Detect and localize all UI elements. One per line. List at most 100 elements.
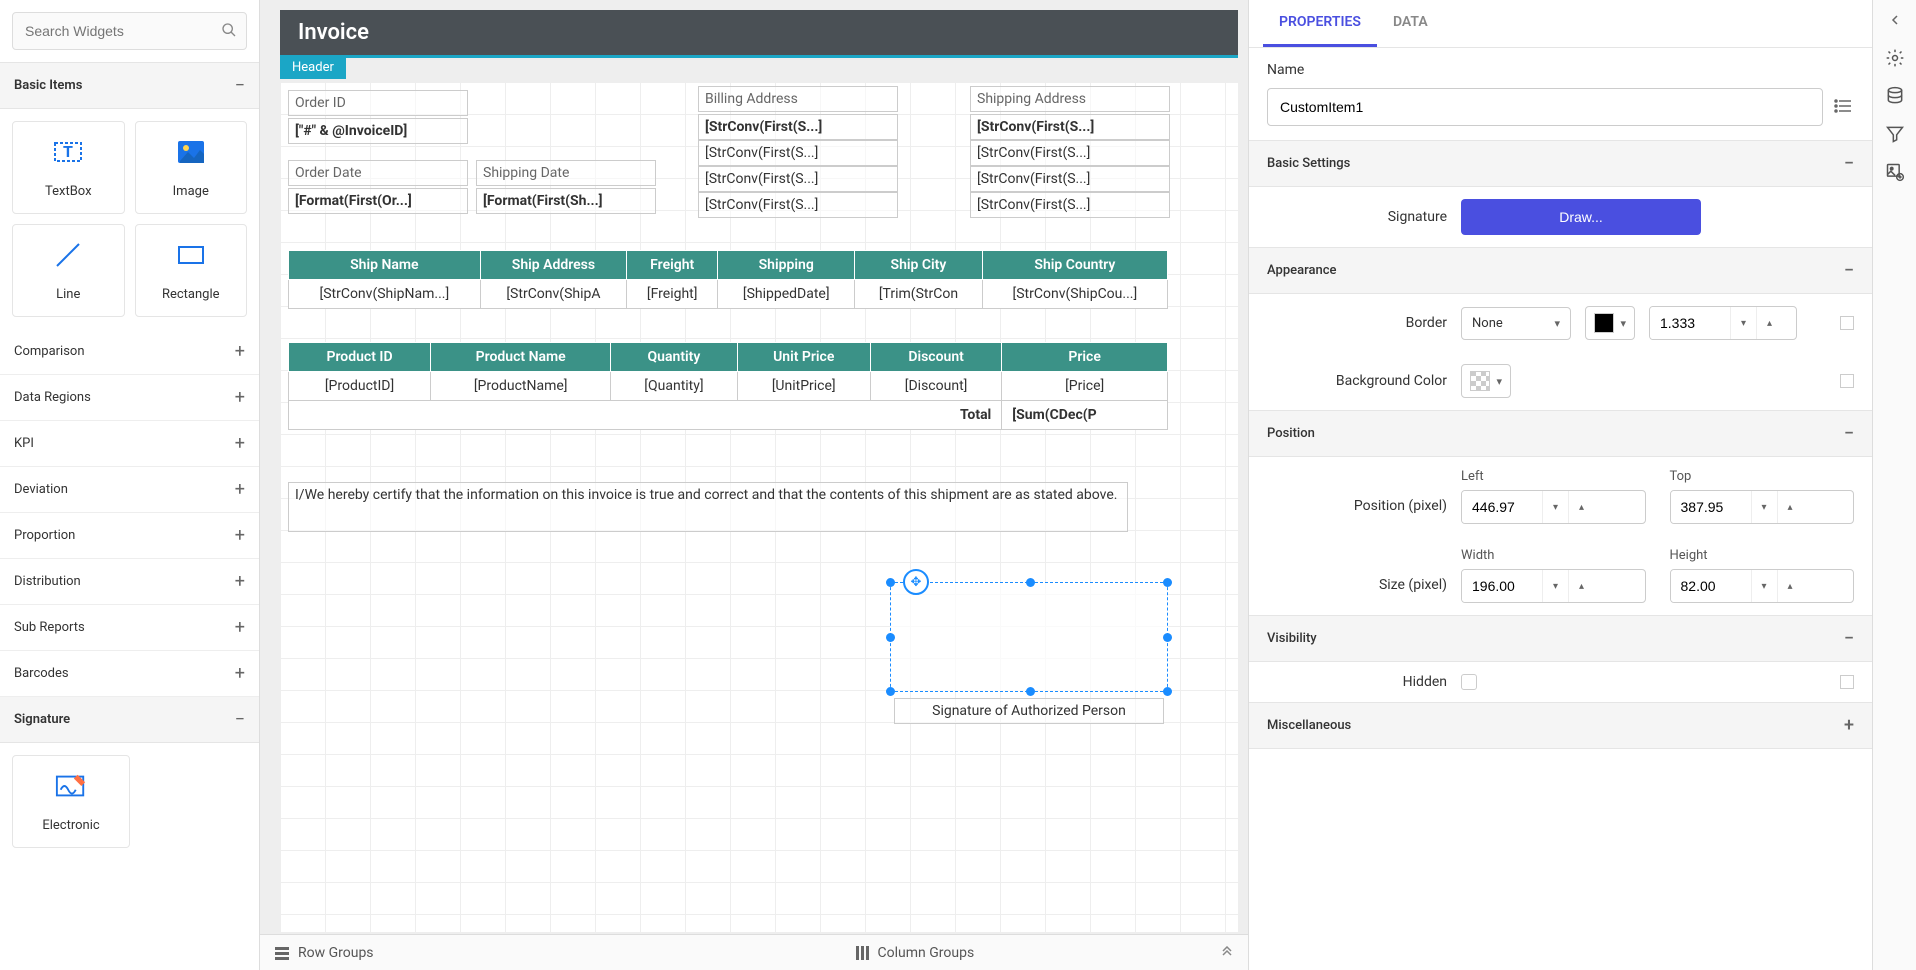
- resize-handle[interactable]: [1026, 687, 1035, 696]
- draw-button[interactable]: Draw...: [1461, 199, 1701, 235]
- table-row[interactable]: [ProductID] [ProductName] [Quantity] [Un…: [289, 372, 1168, 401]
- shipping-1[interactable]: [StrConv(First(S...]: [970, 114, 1170, 140]
- selected-signature-item[interactable]: ✥: [890, 582, 1168, 692]
- filter-icon[interactable]: [1883, 122, 1907, 146]
- billing-label[interactable]: Billing Address: [698, 86, 898, 112]
- chevron-down-icon[interactable]: ▾: [1542, 570, 1568, 602]
- category-proportion[interactable]: Proportion+: [0, 513, 259, 559]
- chevron-up-icon[interactable]: ▴: [1568, 491, 1594, 523]
- shipping-table[interactable]: Ship Name Ship Address Freight Shipping …: [288, 250, 1168, 309]
- section-miscellaneous[interactable]: Miscellaneous +: [1249, 702, 1872, 749]
- order-id-label[interactable]: Order ID: [288, 90, 468, 116]
- expand-icon: +: [235, 571, 245, 592]
- category-distribution[interactable]: Distribution+: [0, 559, 259, 605]
- bg-color-picker[interactable]: ▾: [1461, 364, 1511, 398]
- section-signature[interactable]: Signature −: [0, 697, 259, 743]
- color-swatch-icon: [1470, 371, 1490, 391]
- widget-image[interactable]: Image: [135, 121, 248, 214]
- top-input[interactable]: ▾▴: [1670, 490, 1855, 524]
- certify-text[interactable]: I/We hereby certify that the information…: [288, 482, 1128, 532]
- order-date-value[interactable]: [Format(First(Or...]: [288, 188, 468, 214]
- order-id-value[interactable]: ["#" & @InvoiceID]: [288, 118, 468, 144]
- chevron-down-icon[interactable]: ▾: [1730, 307, 1756, 339]
- billing-2[interactable]: [StrConv(First(S...]: [698, 140, 898, 166]
- category-deviation[interactable]: Deviation+: [0, 467, 259, 513]
- width-input[interactable]: ▾▴: [1461, 569, 1646, 603]
- billing-4[interactable]: [StrConv(First(S...]: [698, 192, 898, 218]
- report-header[interactable]: Invoice Header: [280, 10, 1238, 58]
- border-label: Border: [1267, 315, 1447, 331]
- chevron-up-icon[interactable]: ▴: [1568, 570, 1594, 602]
- collapse-icon: −: [1844, 260, 1854, 281]
- resize-handle[interactable]: [1163, 578, 1172, 587]
- gear-icon[interactable]: [1883, 46, 1907, 70]
- height-input[interactable]: ▾▴: [1670, 569, 1855, 603]
- category-barcodes[interactable]: Barcodes+: [0, 651, 259, 697]
- column-groups[interactable]: Column Groups: [854, 945, 975, 961]
- ship-date-value[interactable]: [Format(First(Sh...]: [476, 188, 656, 214]
- table-row[interactable]: [StrConv(ShipNam...] [StrConv(ShipA [Fre…: [289, 280, 1168, 309]
- section-visibility[interactable]: Visibility −: [1249, 615, 1872, 662]
- reset-icon[interactable]: [1840, 675, 1854, 689]
- resize-handle[interactable]: [886, 633, 895, 642]
- database-icon[interactable]: [1883, 84, 1907, 108]
- border-style-dropdown[interactable]: None▾: [1461, 307, 1571, 340]
- chevron-down-icon[interactable]: ▾: [1542, 491, 1568, 523]
- shipping-3[interactable]: [StrConv(First(S...]: [970, 166, 1170, 192]
- hidden-checkbox[interactable]: [1461, 674, 1477, 690]
- move-handle-icon[interactable]: ✥: [903, 569, 929, 595]
- product-table[interactable]: Product ID Product Name Quantity Unit Pr…: [288, 342, 1168, 430]
- shipping-label[interactable]: Shipping Address: [970, 86, 1170, 112]
- widget-rectangle[interactable]: Rectangle: [135, 224, 248, 317]
- chevron-down-icon[interactable]: ▾: [1751, 570, 1777, 602]
- resize-handle[interactable]: [1163, 687, 1172, 696]
- name-input[interactable]: [1267, 88, 1823, 126]
- total-row[interactable]: Total [Sum(CDec(P: [289, 401, 1168, 430]
- category-data-regions[interactable]: Data Regions+: [0, 375, 259, 421]
- billing-1[interactable]: [StrConv(First(S...]: [698, 114, 898, 140]
- left-input[interactable]: ▾▴: [1461, 490, 1646, 524]
- search-input[interactable]: [12, 12, 247, 50]
- widget-electronic-signature[interactable]: Electronic: [12, 755, 130, 848]
- resize-handle[interactable]: [1163, 633, 1172, 642]
- resize-handle[interactable]: [886, 578, 895, 587]
- section-basic-settings[interactable]: Basic Settings −: [1249, 140, 1872, 187]
- reset-icon[interactable]: [1840, 374, 1854, 388]
- border-color-picker[interactable]: ▾: [1585, 306, 1635, 340]
- chevron-up-icon[interactable]: ▴: [1756, 307, 1782, 339]
- order-date-label[interactable]: Order Date: [288, 160, 468, 186]
- height-label: Height: [1670, 548, 1855, 563]
- row-groups[interactable]: Row Groups: [274, 945, 374, 961]
- image-settings-icon[interactable]: [1883, 160, 1907, 184]
- tab-properties[interactable]: PROPERTIES: [1263, 0, 1377, 47]
- shipping-4[interactable]: [StrConv(First(S...]: [970, 192, 1170, 218]
- category-sub-reports[interactable]: Sub Reports+: [0, 605, 259, 651]
- shipping-2[interactable]: [StrConv(First(S...]: [970, 140, 1170, 166]
- list-icon[interactable]: [1833, 96, 1854, 118]
- section-appearance[interactable]: Appearance −: [1249, 247, 1872, 294]
- collapse-bar-icon[interactable]: [1220, 946, 1234, 960]
- border-width-input[interactable]: ▾▴: [1649, 306, 1797, 340]
- resize-handle[interactable]: [1026, 578, 1035, 587]
- widget-label: Image: [173, 184, 209, 199]
- report-body[interactable]: Order ID ["#" & @InvoiceID] Order Date […: [280, 82, 1238, 932]
- col-groups-icon: [854, 945, 870, 961]
- widget-textbox[interactable]: T TextBox: [12, 121, 125, 214]
- reset-icon[interactable]: [1840, 316, 1854, 330]
- resize-handle[interactable]: [886, 687, 895, 696]
- canvas-area[interactable]: Invoice Header Order ID ["#" & @InvoiceI…: [260, 0, 1248, 970]
- row-groups-icon: [274, 945, 290, 961]
- section-basic-items[interactable]: Basic Items −: [0, 63, 259, 109]
- expand-panel-icon[interactable]: [1883, 8, 1907, 32]
- chevron-up-icon[interactable]: ▴: [1777, 491, 1803, 523]
- section-position[interactable]: Position −: [1249, 410, 1872, 457]
- category-comparison[interactable]: Comparison+: [0, 329, 259, 375]
- chevron-up-icon[interactable]: ▴: [1777, 570, 1803, 602]
- ship-date-label[interactable]: Shipping Date: [476, 160, 656, 186]
- category-kpi[interactable]: KPI+: [0, 421, 259, 467]
- tab-data[interactable]: DATA: [1377, 0, 1444, 47]
- widget-line[interactable]: Line: [12, 224, 125, 317]
- chevron-down-icon[interactable]: ▾: [1751, 491, 1777, 523]
- signature-label[interactable]: Signature of Authorized Person: [894, 698, 1164, 724]
- billing-3[interactable]: [StrConv(First(S...]: [698, 166, 898, 192]
